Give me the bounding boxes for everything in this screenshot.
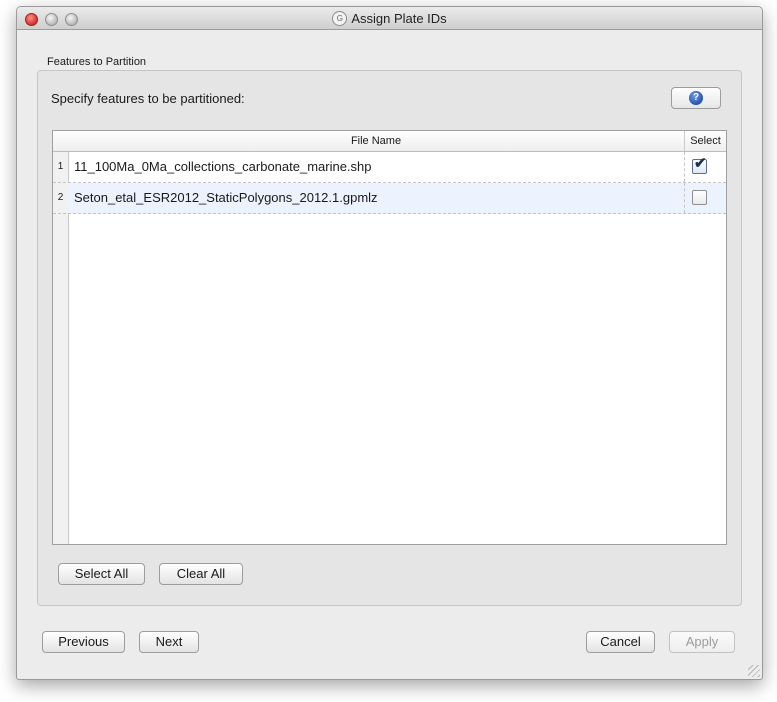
select-checkbox[interactable]: ✔ — [692, 155, 707, 174]
row-number: 1 — [53, 152, 68, 182]
help-icon: ? — [689, 91, 703, 105]
file-name-cell[interactable]: 11_100Ma_0Ma_collections_carbonate_marin… — [74, 159, 372, 174]
table-row[interactable]: 2 Seton_etal_ESR2012_StaticPolygons_2012… — [53, 183, 726, 214]
clear-all-button[interactable]: Clear All — [159, 563, 243, 585]
gplates-icon: G — [332, 11, 348, 27]
assign-plate-ids-dialog: G Assign Plate IDs Features to Partition … — [16, 6, 763, 680]
title-bar[interactable]: G Assign Plate IDs — [17, 7, 762, 30]
instruction-text: Specify features to be partitioned: — [51, 91, 245, 106]
apply-button: Apply — [669, 631, 735, 653]
column-header-select[interactable]: Select — [685, 135, 726, 147]
cell-divider — [684, 152, 685, 182]
file-name-cell[interactable]: Seton_etal_ESR2012_StaticPolygons_2012.1… — [74, 190, 378, 205]
column-header-file-name[interactable]: File Name — [68, 135, 684, 147]
next-button[interactable]: Next — [139, 631, 199, 653]
checkmark-icon: ✔ — [694, 155, 707, 172]
table-row[interactable]: 1 11_100Ma_0Ma_collections_carbonate_mar… — [53, 152, 726, 183]
file-table: File Name Select 1 11_100Ma_0Ma_collecti… — [52, 130, 727, 545]
cancel-button[interactable]: Cancel — [586, 631, 655, 653]
select-checkbox[interactable] — [692, 190, 707, 205]
row-number: 2 — [53, 183, 68, 213]
table-header: File Name Select — [53, 131, 726, 152]
help-button[interactable]: ? — [671, 87, 721, 109]
window-title: Assign Plate IDs — [351, 11, 447, 27]
group-label: Features to Partition — [47, 56, 147, 68]
cell-divider — [684, 183, 685, 213]
select-all-button[interactable]: Select All — [58, 563, 145, 585]
resize-grip-icon[interactable] — [748, 665, 760, 677]
window-title-wrap: G Assign Plate IDs — [17, 10, 762, 27]
previous-button[interactable]: Previous — [42, 631, 125, 653]
